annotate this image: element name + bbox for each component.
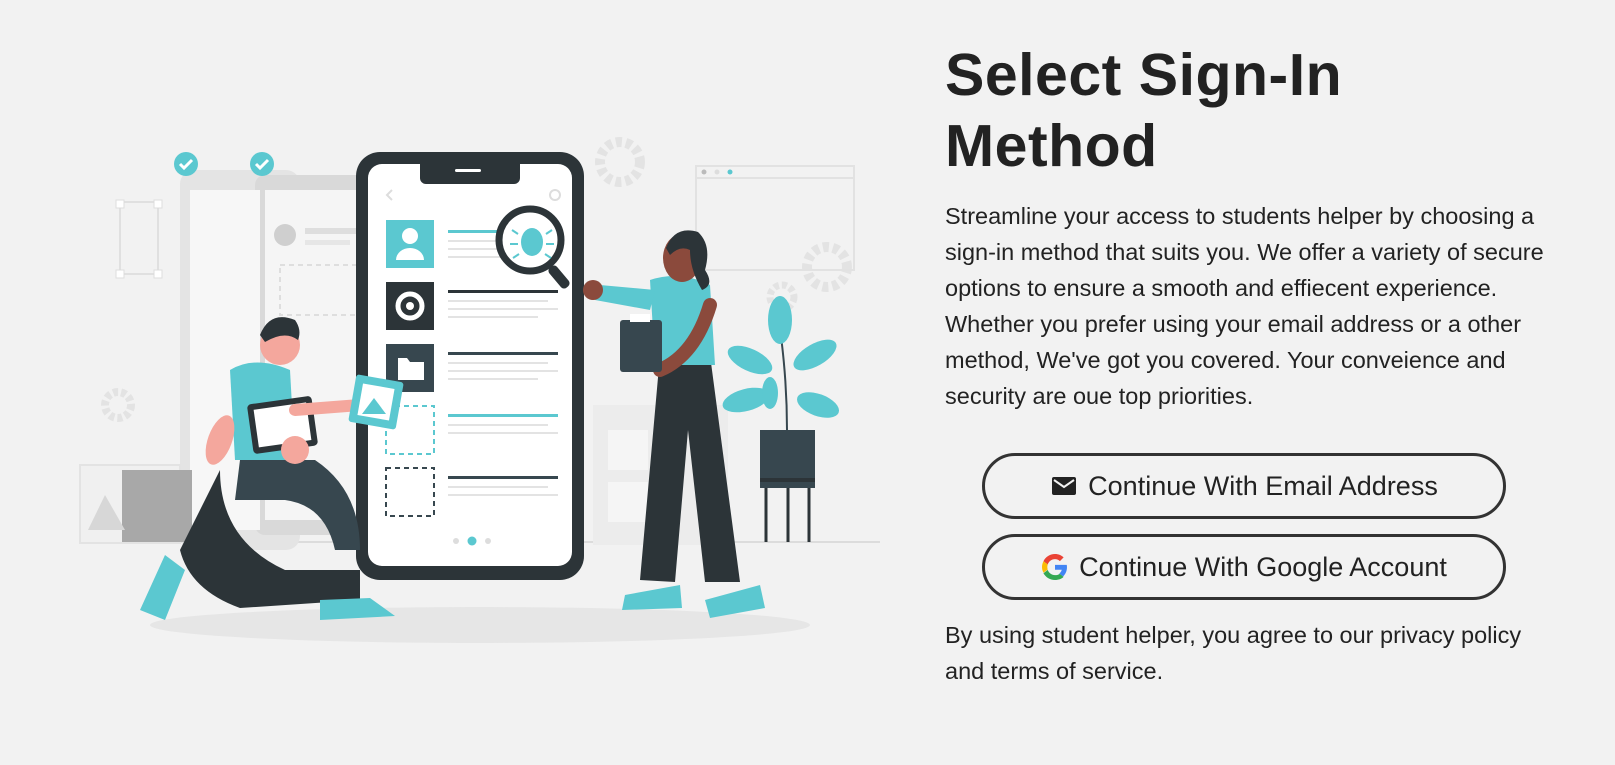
terms-notice: By using student helper, you agree to ou… xyxy=(945,622,1522,684)
continue-with-google-button[interactable]: Continue With Google Account xyxy=(982,534,1506,600)
hero-illustration xyxy=(70,130,890,670)
sign-in-page: Select Sign-In Method Streamline your ac… xyxy=(0,0,1615,765)
continue-with-email-label: Continue With Email Address xyxy=(1088,470,1438,501)
sign-in-options: Continue With Email Address Continue Wit… xyxy=(982,453,1506,600)
mail-icon xyxy=(1050,472,1078,500)
page-description: Streamline your access to students helpe… xyxy=(945,203,1544,409)
continue-with-email-button[interactable]: Continue With Email Address xyxy=(982,453,1506,519)
continue-with-google-label: Continue With Google Account xyxy=(1079,551,1447,582)
sign-in-content: Select Sign-In Method Streamline your ac… xyxy=(945,40,1545,689)
page-title: Select Sign-In Method xyxy=(945,42,1343,179)
google-icon xyxy=(1041,553,1069,581)
